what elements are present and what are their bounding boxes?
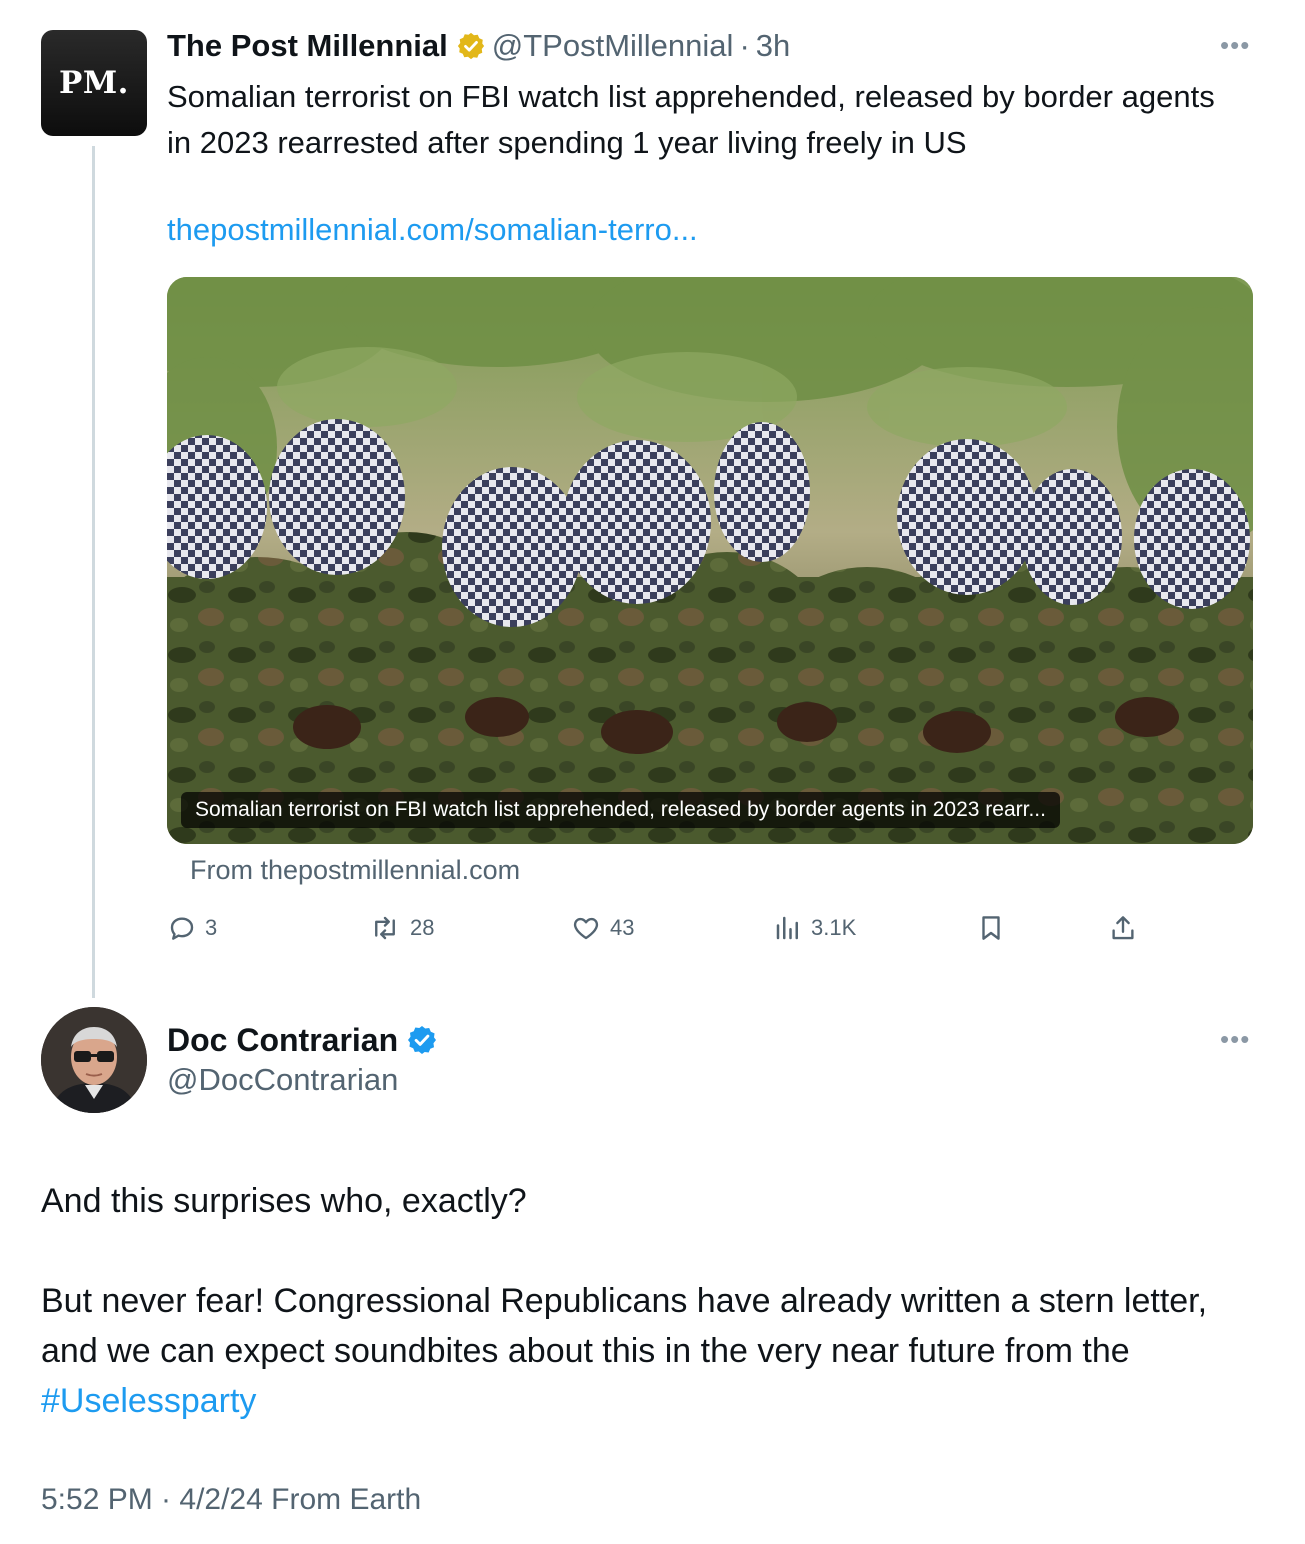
doc-contrarian-avatar[interactable] (41, 1007, 147, 1113)
reply-count: 3 (205, 915, 218, 940)
main-tweet-header: Doc Contrarian (167, 1018, 438, 1062)
reply-button[interactable]: 3 (167, 908, 217, 948)
post-millennial-avatar[interactable]: PM. (41, 30, 147, 136)
avatar-photo (41, 1007, 147, 1113)
heart-icon (573, 917, 599, 940)
link-preview-card[interactable]: Somalian terrorist on FBI watch list app… (167, 277, 1253, 844)
gold-verified-badge-icon (456, 31, 486, 61)
repost-icon (375, 916, 395, 940)
quoted-time-ago[interactable]: 3h (756, 28, 790, 64)
card-caption: Somalian terrorist on FBI watch list app… (181, 792, 1060, 828)
share-icon (1112, 916, 1134, 940)
quoted-tweet-text: Somalian terrorist on FBI watch list app… (167, 79, 1215, 160)
paragraph-2-text: But never fear! Congressional Republican… (41, 1282, 1208, 1370)
quoted-more-icon[interactable]: ••• (1220, 30, 1250, 61)
main-handle[interactable]: @DocContrarian (167, 1062, 398, 1098)
repost-count: 28 (410, 915, 435, 940)
thread-connector-line (92, 146, 95, 998)
blue-verified-badge-icon (406, 1024, 438, 1056)
view-count: 3.1K (811, 915, 857, 940)
views-icon (776, 916, 798, 940)
avatar-logo-text: PM. (59, 65, 129, 101)
quoted-tweet-header: The Post Millennial @TPostMillennial · 3… (167, 24, 790, 68)
tweet-paragraph-2: But never fear! Congressional Republican… (41, 1276, 1271, 1426)
quoted-article-link[interactable]: thepostmillennial.com/somalian-terro... (167, 212, 698, 248)
reply-icon (170, 917, 194, 940)
repost-button[interactable]: 28 (368, 908, 434, 948)
bookmark-button[interactable] (976, 908, 1014, 948)
tweet-timestamp[interactable]: 5:52 PM · 4/2/24 From Earth (41, 1483, 421, 1517)
views-button[interactable]: 3.1K (773, 908, 856, 948)
main-more-icon[interactable]: ••• (1220, 1024, 1250, 1055)
bookmark-icon (982, 916, 1000, 940)
share-button[interactable] (1108, 908, 1146, 948)
main-tweet-text: And this surprises who, exactly? But nev… (41, 1176, 1271, 1426)
like-button[interactable]: 43 (570, 908, 634, 948)
preview-image (167, 277, 1253, 844)
quoted-display-name[interactable]: The Post Millennial (167, 28, 448, 64)
main-display-name[interactable]: Doc Contrarian (167, 1022, 398, 1059)
tweet-paragraph-1: And this surprises who, exactly? (41, 1182, 527, 1220)
dot-separator: · (739, 28, 750, 63)
quoted-handle[interactable]: @TPostMillennial (492, 28, 734, 64)
like-count: 43 (610, 915, 635, 940)
card-source[interactable]: From thepostmillennial.com (190, 855, 520, 886)
hashtag-link[interactable]: #Uselessparty (41, 1382, 256, 1420)
